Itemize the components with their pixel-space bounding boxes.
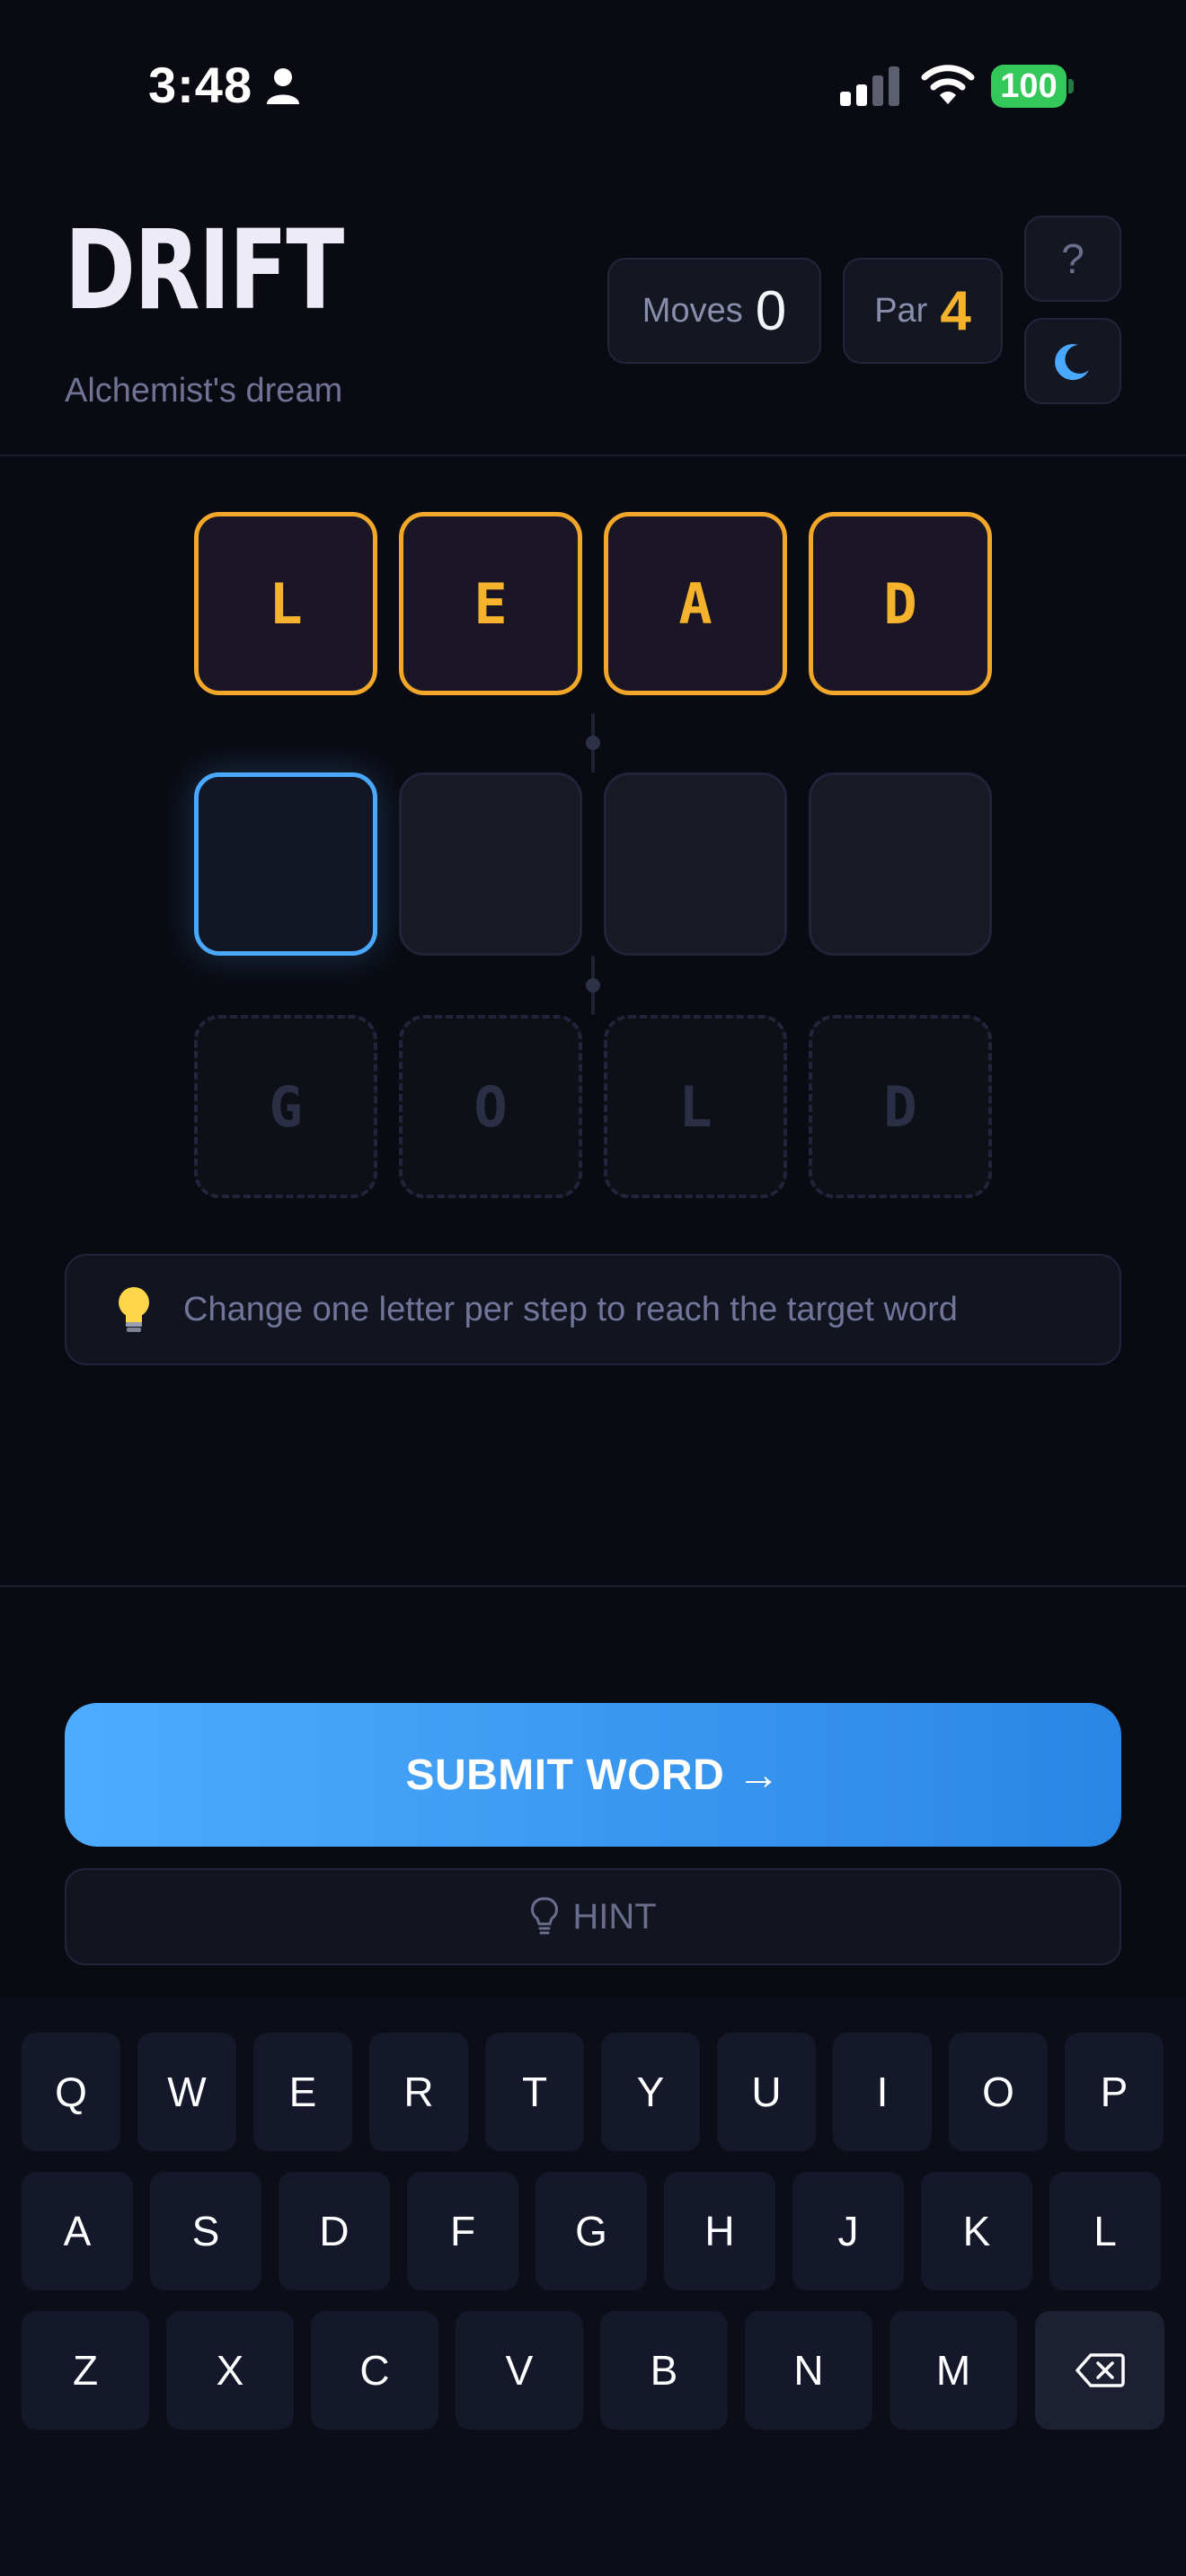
input-tile[interactable] xyxy=(604,772,787,956)
key-v[interactable]: V xyxy=(456,2311,583,2430)
step-connector xyxy=(586,713,600,772)
target-tile: O xyxy=(399,1015,582,1198)
app-title: DRIFT xyxy=(65,207,344,334)
battery-level: 100 xyxy=(991,65,1067,108)
par-counter: Par 4 xyxy=(843,258,1003,364)
lightbulb-icon xyxy=(119,1287,149,1332)
signal-icon xyxy=(840,66,899,106)
key-s[interactable]: S xyxy=(150,2172,261,2290)
puzzle-subtitle: Alchemist's dream xyxy=(65,372,343,410)
input-tile-active[interactable] xyxy=(194,772,377,956)
moves-value: 0 xyxy=(755,279,787,342)
key-x[interactable]: X xyxy=(166,2311,294,2430)
key-w[interactable]: W xyxy=(137,2033,236,2151)
target-tile: L xyxy=(604,1015,787,1198)
battery-cap xyxy=(1068,79,1074,93)
moon-icon xyxy=(1055,344,1089,381)
key-k[interactable]: K xyxy=(921,2172,1032,2290)
status-time: 3:48 xyxy=(148,57,253,113)
key-e[interactable]: E xyxy=(253,2033,352,2151)
hint-label: HINT xyxy=(572,1896,657,1936)
key-i[interactable]: I xyxy=(833,2033,932,2151)
start-tile: A xyxy=(604,512,787,695)
key-l[interactable]: L xyxy=(1049,2172,1161,2290)
person-icon xyxy=(267,68,299,104)
key-g[interactable]: G xyxy=(535,2172,647,2290)
board-divider xyxy=(0,1585,1186,1587)
input-tile[interactable] xyxy=(809,772,992,956)
submit-word-button[interactable]: SUBMIT WORD → xyxy=(65,1703,1121,1847)
key-q[interactable]: Q xyxy=(22,2033,120,2151)
theme-toggle-button[interactable] xyxy=(1024,318,1121,404)
header-divider xyxy=(0,454,1186,456)
key-o[interactable]: O xyxy=(949,2033,1048,2151)
key-d[interactable]: D xyxy=(279,2172,390,2290)
target-tile: D xyxy=(809,1015,992,1198)
key-f[interactable]: F xyxy=(407,2172,518,2290)
hint-button[interactable]: HINT xyxy=(65,1868,1121,1965)
help-button[interactable]: ? xyxy=(1024,216,1121,302)
start-tile: E xyxy=(399,512,582,695)
backspace-key[interactable] xyxy=(1035,2311,1164,2430)
wifi-icon xyxy=(921,65,975,104)
on-screen-keyboard: Q W E R T Y U I O P A S D F G H J K L Z … xyxy=(0,1998,1186,2576)
moves-label: Moves xyxy=(642,291,743,330)
start-tile: L xyxy=(194,512,377,695)
instruction-banner: Change one letter per step to reach the … xyxy=(65,1254,1121,1365)
key-y[interactable]: Y xyxy=(601,2033,700,2151)
key-z[interactable]: Z xyxy=(22,2311,149,2430)
key-b[interactable]: B xyxy=(600,2311,728,2430)
status-bar: 3:48 100 xyxy=(0,0,1186,171)
key-c[interactable]: C xyxy=(311,2311,438,2430)
lightbulb-icon xyxy=(531,1897,559,1935)
key-u[interactable]: U xyxy=(717,2033,816,2151)
instruction-text: Change one letter per step to reach the … xyxy=(183,1290,958,1328)
key-n[interactable]: N xyxy=(745,2311,872,2430)
key-a[interactable]: A xyxy=(22,2172,133,2290)
par-value: 4 xyxy=(940,279,971,342)
step-connector xyxy=(586,956,600,1015)
key-m[interactable]: M xyxy=(890,2311,1017,2430)
input-tile[interactable] xyxy=(399,772,582,956)
battery-indicator: 100 xyxy=(991,65,1074,108)
key-j[interactable]: J xyxy=(792,2172,904,2290)
par-label: Par xyxy=(874,291,928,330)
key-t[interactable]: T xyxy=(485,2033,584,2151)
key-h[interactable]: H xyxy=(664,2172,775,2290)
key-r[interactable]: R xyxy=(369,2033,468,2151)
key-p[interactable]: P xyxy=(1065,2033,1164,2151)
app-screen: 3:48 100 DRIFT Alchemist's dream Moves 0… xyxy=(0,0,1186,2576)
start-tile: D xyxy=(809,512,992,695)
target-tile: G xyxy=(194,1015,377,1198)
help-icon: ? xyxy=(1061,235,1084,282)
backspace-icon xyxy=(1075,2353,1125,2387)
moves-counter: Moves 0 xyxy=(607,258,821,364)
